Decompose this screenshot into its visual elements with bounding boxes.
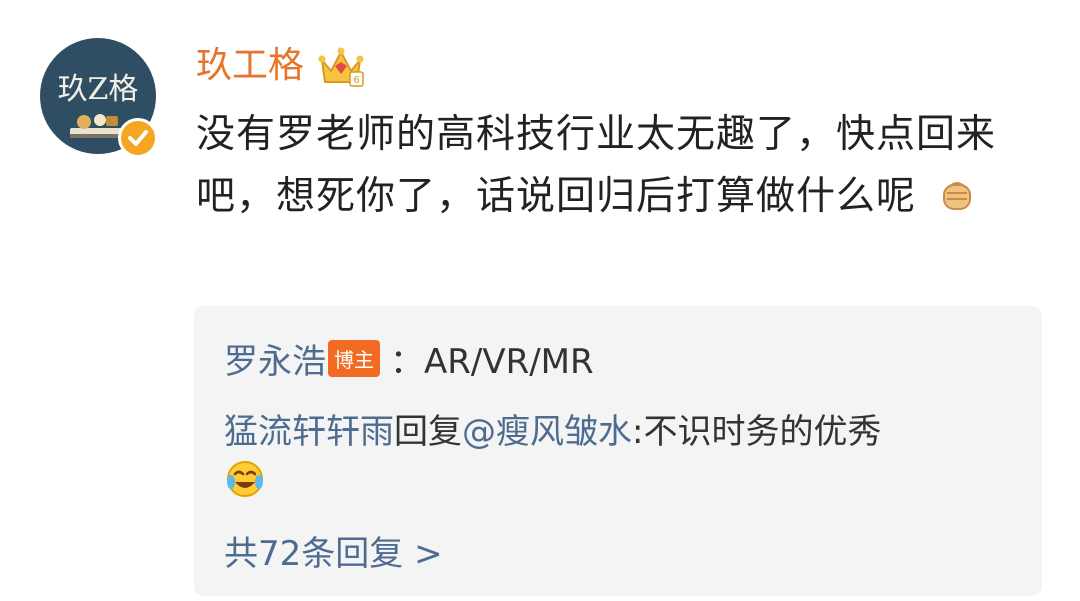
reply-text: :不识时务的优秀 [632, 412, 882, 452]
comment-body: 没有罗老师的高科技行业太无趣了，快点回来吧，想死你了，话说回归后打算做什么呢 [196, 104, 1026, 228]
reply-action: 回复 [394, 412, 462, 452]
verified-badge-icon [118, 118, 158, 158]
svg-text:6: 6 [353, 75, 359, 86]
crown-icon: 6 [318, 47, 364, 87]
laughing-tears-emoji [227, 461, 263, 497]
reply-emoji-row [224, 458, 266, 500]
reply-separator: ： [390, 342, 424, 382]
fist-emoji [943, 182, 972, 210]
reply-text: AR/VR/MR [424, 342, 594, 382]
comment-text: 没有罗老师的高科技行业太无趣了，快点回来吧，想死你了，话说回归后打算做什么呢 [196, 112, 997, 219]
view-all-replies-link[interactable]: 共72条回复 > [224, 526, 443, 575]
replies-panel: 罗永浩 博主 ：AR/VR/MR 猛流轩轩雨回复@瘦风皱水:不识时务的优秀 共72条… [194, 306, 1042, 596]
mention-link[interactable]: @瘦风皱水 [462, 412, 632, 452]
reply-item[interactable]: 罗永浩 博主 ：AR/VR/MR [224, 334, 594, 383]
reply-item[interactable]: 猛流轩轩雨回复@瘦风皱水:不识时务的优秀 [224, 404, 881, 453]
avatar-text: 玖Z格 [57, 72, 139, 107]
comment-author-name[interactable]: 玖工格 [196, 38, 304, 94]
reply-user[interactable]: 罗永浩 [224, 342, 326, 382]
reply-user[interactable]: 猛流轩轩雨 [224, 412, 394, 452]
author-badge: 博主 [328, 340, 380, 377]
